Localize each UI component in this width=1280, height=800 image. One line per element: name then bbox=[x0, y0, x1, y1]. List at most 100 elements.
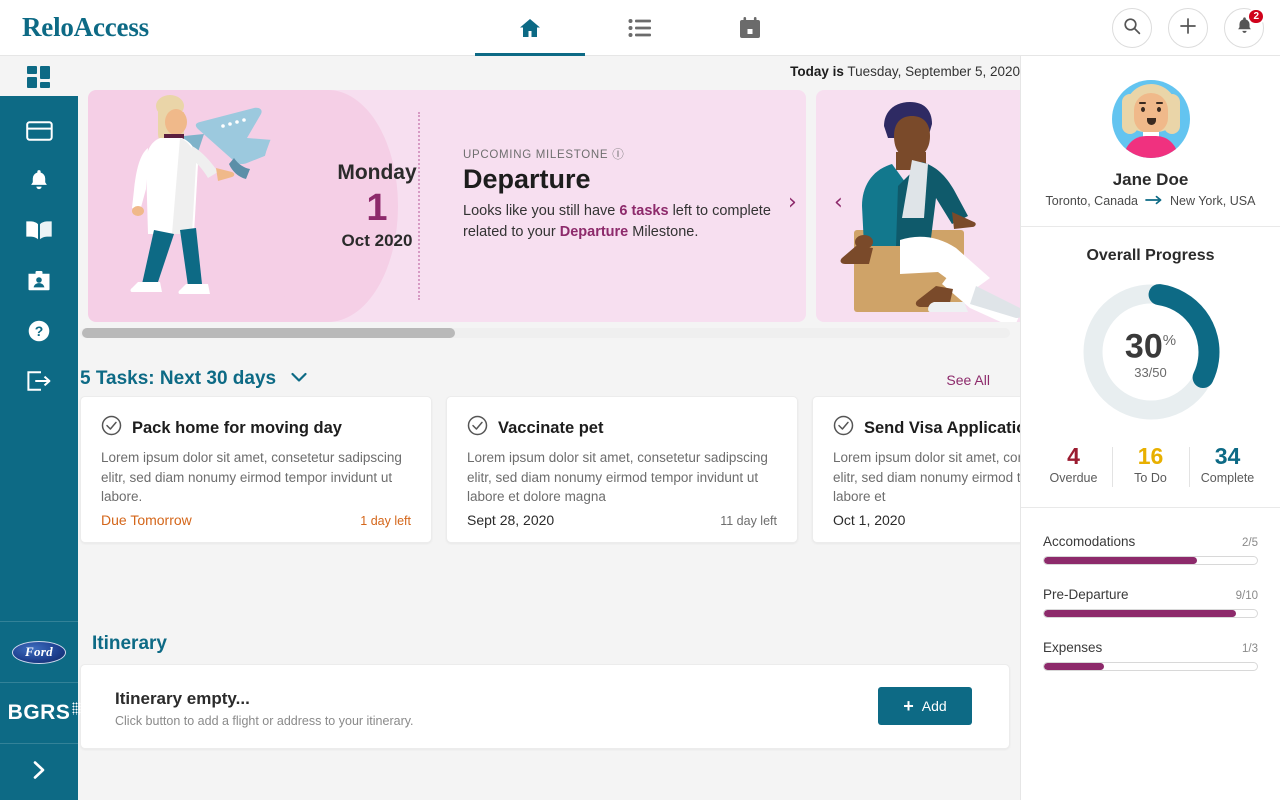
carousel-prev-button[interactable]: ‹ bbox=[834, 190, 843, 215]
task-due-date: Sept 28, 2020 bbox=[467, 512, 555, 528]
milestone-carousel: Monday 1 Oct 2020 UPCOMING MILESTONE ⓘ D… bbox=[88, 90, 1020, 322]
category-progress-track bbox=[1043, 609, 1258, 618]
itinerary-empty-title: Itinerary empty... bbox=[115, 689, 250, 708]
stat-overdue-label: Overdue bbox=[1049, 471, 1098, 485]
category-fraction: 2/5 bbox=[1242, 537, 1258, 549]
desc-part-1: Looks like you still have bbox=[463, 203, 620, 219]
task-stats: 4 Overdue 16 To Do 34 Complete bbox=[1021, 443, 1280, 487]
desc-part-3: Milestone. bbox=[628, 224, 699, 240]
category-progress-fill bbox=[1044, 663, 1104, 670]
task-card-header: Vaccinate pet bbox=[467, 415, 777, 441]
tab-home[interactable] bbox=[475, 0, 585, 56]
sidebar-item-alerts[interactable] bbox=[0, 158, 78, 208]
task-card[interactable]: Pack home for moving day Lorem ipsum dol… bbox=[80, 396, 432, 543]
percent-symbol: % bbox=[1162, 331, 1177, 349]
category-fraction: 1/3 bbox=[1242, 643, 1258, 655]
desc-milestone-name: Departure bbox=[559, 224, 629, 240]
task-card[interactable]: Send Visa Application Lorem ipsum dolor … bbox=[812, 396, 1020, 543]
tab-calendar[interactable] bbox=[695, 0, 805, 56]
woman-walking-with-airplane-illustration bbox=[130, 95, 300, 294]
itinerary-empty-card: Itinerary empty... Click button to add a… bbox=[80, 664, 1010, 749]
logout-icon bbox=[26, 370, 52, 397]
carousel-scrollbar-thumb[interactable] bbox=[82, 328, 455, 338]
info-icon[interactable]: ⓘ bbox=[612, 149, 624, 161]
desc-tasks-count: 6 tasks bbox=[619, 203, 669, 219]
app-logo[interactable]: ReloAccess bbox=[22, 12, 149, 43]
stat-complete: 34 Complete bbox=[1189, 443, 1266, 487]
calendar-icon bbox=[738, 16, 762, 40]
right-panel: Jane Doe Toronto, Canada New York, USA O… bbox=[1020, 56, 1280, 800]
svg-text:?: ? bbox=[35, 323, 44, 339]
tab-tasks[interactable] bbox=[585, 0, 695, 56]
route-destination: New York, USA bbox=[1169, 194, 1256, 208]
tasks-see-all-link[interactable]: See All bbox=[946, 372, 990, 388]
milestone-card-next[interactable] bbox=[816, 90, 1020, 322]
avatar-body bbox=[1123, 136, 1178, 158]
bgrs-dots-icon bbox=[72, 702, 82, 715]
overall-progress-donut: 30% 33/50 bbox=[1078, 279, 1224, 425]
milestone-card-departure[interactable]: Monday 1 Oct 2020 UPCOMING MILESTONE ⓘ D… bbox=[88, 90, 806, 322]
category-row[interactable]: Pre-Departure 9/10 bbox=[1043, 587, 1258, 618]
task-title: Vaccinate pet bbox=[498, 418, 604, 437]
milestone-description: Looks like you still have 6 tasks left t… bbox=[463, 201, 793, 243]
search-button[interactable] bbox=[1112, 8, 1152, 48]
sidebar-expand-button[interactable] bbox=[0, 744, 78, 800]
avatar[interactable] bbox=[1111, 80, 1190, 158]
task-card-header: Send Visa Application bbox=[833, 415, 1020, 441]
top-bar: ReloAccess 2 bbox=[0, 0, 1280, 56]
divider bbox=[1021, 226, 1280, 227]
itinerary-add-button[interactable]: + Add bbox=[878, 687, 972, 725]
task-card-footer: Oct 1, 2020 bbox=[833, 512, 1020, 528]
sidebar-item-logout[interactable] bbox=[0, 358, 78, 408]
plus-icon: + bbox=[903, 696, 914, 716]
tasks-header: 5 Tasks: Next 30 days bbox=[80, 368, 1010, 390]
progress-percent: 30% bbox=[1125, 324, 1176, 363]
notifications-button[interactable]: 2 bbox=[1224, 8, 1265, 48]
milestone-month-year: Oct 2020 bbox=[341, 231, 413, 250]
main-content: Today is Tuesday, September 5, 2020 Mond… bbox=[78, 56, 1020, 800]
check-circle-icon[interactable] bbox=[467, 415, 488, 441]
today-date: Tuesday, September 5, 2020 bbox=[847, 64, 1020, 79]
tasks-filter-button[interactable] bbox=[290, 370, 308, 388]
donut-center-labels: 30% 33/50 bbox=[1078, 279, 1224, 425]
avatar-face bbox=[1133, 93, 1168, 133]
itinerary-heading: Itinerary bbox=[92, 633, 167, 654]
progress-fraction: 33/50 bbox=[1134, 365, 1167, 381]
sidebar-item-guides[interactable] bbox=[0, 208, 78, 258]
task-title: Pack home for moving day bbox=[132, 418, 342, 437]
category-header: Pre-Departure 9/10 bbox=[1043, 587, 1258, 602]
stat-todo-value: 16 bbox=[1137, 443, 1164, 469]
stat-overdue: 4 Overdue bbox=[1035, 443, 1112, 485]
check-circle-icon[interactable] bbox=[833, 415, 854, 441]
category-row[interactable]: Accomodations 2/5 bbox=[1043, 534, 1258, 565]
add-button[interactable] bbox=[1168, 8, 1208, 48]
app-root: ReloAccess 2 ? Ford BGRS Today is Tuesda… bbox=[0, 0, 1280, 800]
category-row[interactable]: Expenses 1/3 bbox=[1043, 640, 1258, 671]
task-description: Lorem ipsum dolor sit amet, consetetur s… bbox=[101, 450, 402, 504]
stat-complete-value: 34 bbox=[1214, 443, 1241, 469]
ford-logo[interactable]: Ford bbox=[0, 622, 78, 682]
task-card-footer: Due Tomorrow 1 day left bbox=[101, 512, 411, 528]
bgrs-logo[interactable]: BGRS bbox=[0, 683, 82, 743]
milestone-illustration-1 bbox=[88, 90, 398, 322]
task-card[interactable]: Vaccinate pet Lorem ipsum dolor sit amet… bbox=[446, 396, 798, 543]
task-time-left: 11 day left bbox=[720, 514, 777, 528]
milestone-kicker: UPCOMING MILESTONE ⓘ bbox=[463, 146, 793, 162]
avatar-brow-right bbox=[1155, 102, 1163, 104]
sidebar-item-help[interactable]: ? bbox=[0, 308, 78, 358]
sidebar-item-payments[interactable] bbox=[0, 108, 78, 158]
task-due-date: Oct 1, 2020 bbox=[833, 512, 906, 528]
route-origin: Toronto, Canada bbox=[1045, 194, 1138, 208]
avatar-eye-left bbox=[1140, 107, 1145, 112]
task-cards: Pack home for moving day Lorem ipsum dol… bbox=[80, 396, 1020, 543]
sidebar-item-contacts[interactable] bbox=[0, 258, 78, 308]
avatar-brow-left bbox=[1138, 102, 1146, 104]
bgrs-logo-text: BGRS bbox=[7, 701, 71, 724]
carousel-next-button[interactable]: › bbox=[788, 190, 797, 215]
home-icon bbox=[517, 16, 543, 40]
milestone-body: UPCOMING MILESTONE ⓘ Departure Looks lik… bbox=[463, 146, 793, 243]
sidebar-item-dashboard[interactable] bbox=[0, 62, 78, 96]
chevron-right-icon bbox=[28, 759, 50, 786]
plus-icon bbox=[1179, 17, 1197, 40]
check-circle-icon[interactable] bbox=[101, 415, 122, 441]
